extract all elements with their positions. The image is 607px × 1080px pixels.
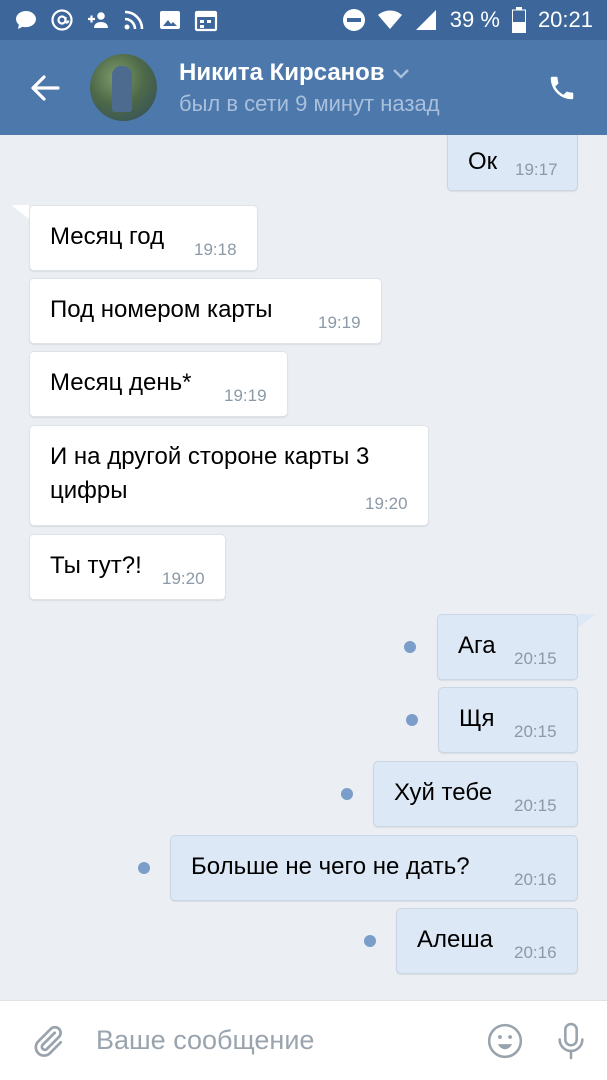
unread-indicator (138, 862, 150, 874)
message-bubble-in[interactable]: Ты тут?! 19:20 (29, 534, 226, 600)
message-bubble-out[interactable]: Больше не чего не дать? 20:16 (170, 835, 578, 901)
message-text: Ага (458, 632, 496, 659)
contact-status: был в сети 9 минут назад (179, 90, 440, 116)
message-input[interactable] (96, 1025, 446, 1056)
microphone-icon (558, 1022, 584, 1059)
contact-name-row: Никита Кирсанов (179, 59, 440, 87)
message-time: 19:20 (162, 569, 205, 588)
system-indicators: 39 % 20:21 (342, 7, 593, 33)
chat-header: Никита Кирсанов был в сети 9 минут назад (0, 40, 607, 135)
paperclip-icon (34, 1025, 63, 1057)
clock: 20:21 (537, 7, 593, 32)
message-time: 20:15 (514, 649, 557, 668)
message-bubble-out[interactable]: Ага 20:15 (437, 614, 578, 680)
add-friend-icon (88, 12, 108, 28)
message-text: Ты тут?! (50, 552, 142, 579)
signal-icon (415, 10, 436, 30)
battery-icon (511, 7, 526, 33)
message-text: Месяц день* (50, 369, 192, 396)
phone-icon (550, 76, 574, 99)
contact-name: Никита Кирсанов (179, 58, 385, 86)
message-bubble-out[interactable]: Хуй тебе 20:15 (373, 761, 578, 827)
at-icon (51, 9, 73, 31)
bubble-tail (578, 614, 596, 628)
message-text: Щя (459, 705, 495, 732)
contact-info[interactable]: Никита Кирсанов был в сети 9 минут назад (179, 59, 440, 117)
message-text: Больше не чего не дать? (191, 853, 470, 880)
unread-indicator (364, 935, 376, 947)
message-time: 19:19 (318, 313, 361, 332)
message-time: 19:17 (515, 160, 558, 179)
do-not-disturb-icon (342, 9, 365, 31)
rss-icon (124, 10, 144, 30)
call-button[interactable] (517, 40, 607, 135)
message-time: 20:15 (514, 796, 557, 815)
voice-message-button[interactable] (535, 1021, 607, 1061)
message-time: 19:19 (224, 386, 267, 405)
message-time: 20:16 (514, 943, 557, 962)
message-text: Алеша (417, 926, 493, 953)
message-time: 19:20 (365, 494, 408, 513)
message-time: 19:18 (194, 240, 237, 259)
battery-percentage: 39 % (449, 7, 500, 32)
message-text: Ок (468, 148, 498, 175)
message-bubble-in[interactable]: Месяц день* 19:19 (29, 351, 288, 417)
message-icon (16, 11, 36, 29)
message-time: 20:16 (514, 870, 557, 889)
avatar[interactable] (90, 54, 157, 121)
message-text: Месяц год (50, 223, 165, 250)
chevron-down-icon (392, 68, 409, 79)
image-icon (160, 11, 180, 29)
unread-indicator (404, 641, 416, 653)
bubble-tail (11, 205, 29, 219)
status-bar: 39 % 20:21 (0, 0, 607, 40)
message-bubble-out[interactable]: Щя 20:15 (438, 687, 578, 753)
message-time: 20:15 (514, 722, 557, 741)
message-bubble-in[interactable]: Месяц год 19:18 (29, 205, 258, 271)
notification-icons (14, 8, 218, 32)
back-button[interactable] (0, 40, 90, 135)
message-list[interactable]: Ок 19:17 Месяц год 19:18 Под номером кар… (0, 135, 607, 1000)
message-text: Хуй тебе (394, 779, 493, 806)
attach-button[interactable] (0, 1023, 96, 1059)
emoji-button[interactable] (475, 1022, 535, 1060)
unread-indicator (341, 788, 353, 800)
wifi-icon (377, 10, 402, 29)
unread-indicator (406, 714, 418, 726)
calendar-icon (194, 10, 218, 32)
back-arrow-icon (31, 74, 60, 101)
message-bubble-out[interactable]: Ок 19:17 (447, 135, 578, 191)
message-bubble-out[interactable]: Алеша 20:16 (396, 908, 578, 974)
message-bubble-in[interactable]: Под номером карты 19:19 (29, 278, 382, 344)
message-composer (0, 1000, 607, 1080)
emoji-icon (487, 1023, 523, 1058)
message-text: Под номером карты (50, 296, 273, 323)
message-bubble-in[interactable]: И на другой стороне карты 3 цифры 19:20 (29, 425, 429, 526)
